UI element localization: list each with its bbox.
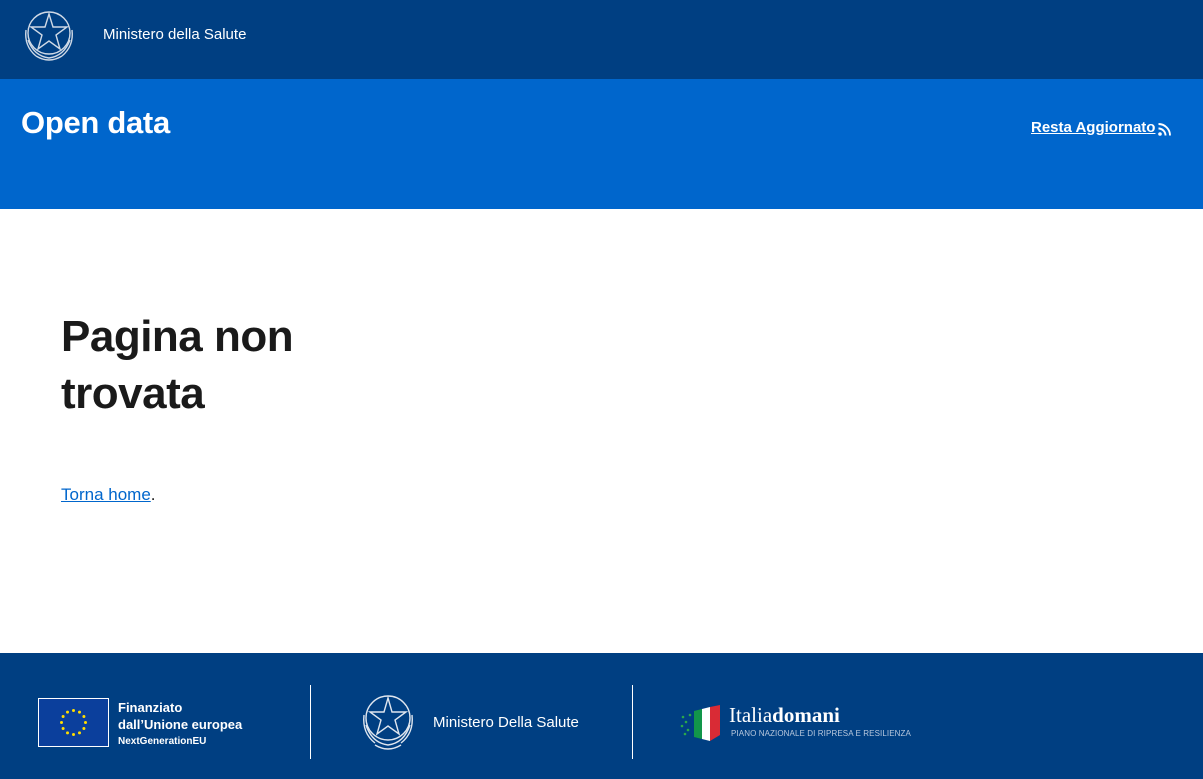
rss-icon[interactable] [1158, 123, 1171, 136]
italia-suffix: domani [772, 703, 840, 727]
back-home-link[interactable]: Torna home [61, 485, 151, 504]
eu-flag-icon [38, 698, 109, 747]
footer-divider [310, 685, 311, 759]
eu-line-3: NextGenerationEU [118, 736, 207, 747]
footer-ministry-name[interactable]: Ministero Della Salute [433, 714, 579, 731]
italian-republic-emblem-icon [363, 695, 413, 750]
site-title[interactable]: Open data [21, 105, 170, 141]
slim-header: Ministero della Salute [0, 0, 1203, 79]
nav-item-cosa-sono[interactable]: Cosa Sono [158, 261, 232, 278]
italia-domani-tagline: PIANO NAZIONALE DI RIPRESA E RESILIENZA [731, 729, 911, 738]
footer-divider [632, 685, 633, 759]
eu-line-2: dall’Unione europea [118, 717, 243, 732]
nav-item-note[interactable]: Note [308, 261, 340, 278]
nav-item-home[interactable]: Home [37, 261, 77, 278]
italia-prefix: Italia [729, 703, 773, 727]
footer: Finanziato dall’Unione europea NextGener… [0, 653, 1203, 779]
page-title: Pagina non trovata [61, 312, 294, 418]
eu-funding-text: Finanziato dall’Unione europea NextGener… [118, 699, 242, 749]
eu-line-1: Finanziato [118, 700, 183, 715]
back-home-suffix: . [150, 485, 156, 504]
stay-updated-link[interactable]: Resta Aggiornato [1031, 119, 1155, 136]
italia-domani-flag-icon [680, 705, 720, 741]
italian-republic-emblem-icon [25, 11, 73, 61]
ministry-name[interactable]: Ministero della Salute [103, 26, 246, 43]
center-header: Open data Resta Aggiornato Home Cosa Son… [0, 79, 1203, 278]
italia-domani-wordmark[interactable]: Italiadomani [729, 703, 840, 728]
back-home-line: Torna home. [61, 485, 156, 505]
